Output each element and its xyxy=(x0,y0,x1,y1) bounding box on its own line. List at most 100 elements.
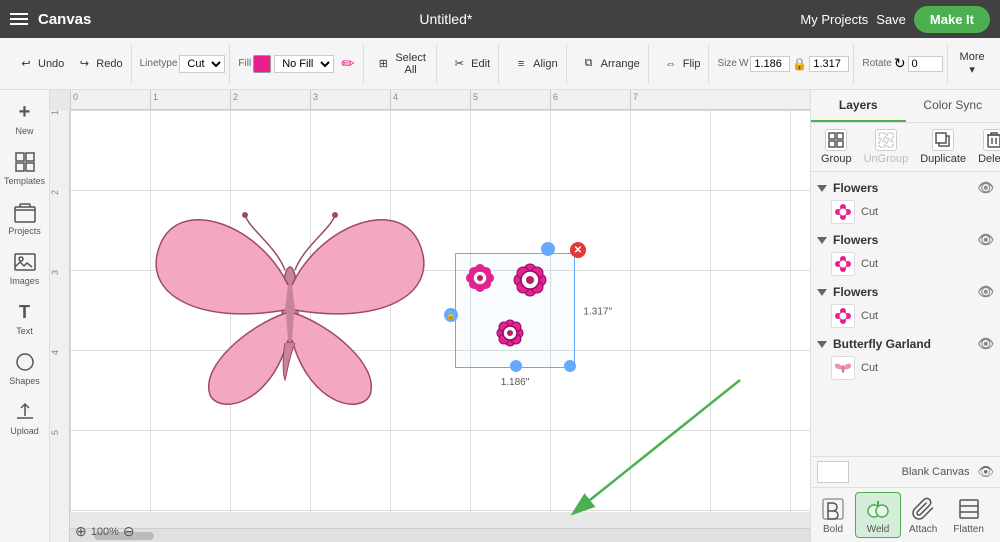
horizontal-scrollbar[interactable] xyxy=(70,528,810,542)
width-input[interactable] xyxy=(750,56,790,72)
attach-tool-button[interactable]: Attach xyxy=(901,493,945,537)
tab-layers[interactable]: Layers xyxy=(811,90,906,122)
weld-tool-button[interactable]: Weld xyxy=(855,492,901,538)
more-button[interactable]: More ▾ xyxy=(956,49,989,78)
fill-color-picker[interactable]: ✏ xyxy=(337,52,358,76)
flowers-group[interactable]: ✕ 🔒 1.186" 1.317" xyxy=(460,258,570,366)
duplicate-button[interactable]: Duplicate xyxy=(914,127,972,167)
linetype-select[interactable]: Cut xyxy=(179,55,225,73)
rotate-circle-icon: ↻ xyxy=(894,55,906,72)
fill-group: Fill No Fill ✏ xyxy=(234,44,363,84)
redo-icon: ↪ xyxy=(74,54,94,74)
size-label-text: Size xyxy=(717,58,736,69)
hamburger-menu[interactable] xyxy=(10,13,28,25)
flatten-tool-button[interactable]: Flatten xyxy=(945,493,992,537)
resize-handle-bottom[interactable] xyxy=(510,360,522,372)
canvas-area[interactable]: 0 1 2 3 4 5 6 7 1 2 3 4 5 xyxy=(50,90,810,542)
bold-tool-button[interactable]: Bold xyxy=(811,493,855,537)
layer-item-flowers1-cut[interactable]: Cut xyxy=(811,198,1000,226)
layer-header-flowers3[interactable]: Flowers 👁 xyxy=(811,282,1000,302)
height-input[interactable] xyxy=(809,56,849,72)
arrange-button[interactable]: ⧉ Arrange xyxy=(575,52,644,76)
edit-button[interactable]: ✂ Edit xyxy=(445,52,494,76)
butterfly-element[interactable] xyxy=(120,165,460,438)
layer-thumb-flowers2 xyxy=(831,252,855,276)
sidebar-item-new[interactable]: + New xyxy=(0,94,49,142)
my-projects-button[interactable]: My Projects xyxy=(800,12,868,27)
ruler-tick-1: 1 xyxy=(150,90,158,110)
group-button[interactable]: Group xyxy=(815,127,858,167)
flatten-tool-label: Flatten xyxy=(953,524,984,535)
redo-button[interactable]: ↪ Redo xyxy=(70,52,126,76)
visibility-flowers2[interactable]: 👁 xyxy=(977,232,994,248)
weld-tool-label: Weld xyxy=(867,524,890,535)
attach-tool-label: Attach xyxy=(909,524,937,535)
flip-button[interactable]: ⇔ Flip xyxy=(657,52,705,76)
zoom-in-button[interactable]: ⊕ xyxy=(75,523,87,540)
make-it-button[interactable]: Make It xyxy=(914,6,990,33)
undo-label: Undo xyxy=(38,58,64,70)
ruler-tick-7: 7 xyxy=(630,90,638,110)
visibility-butterfly[interactable]: 👁 xyxy=(977,336,994,352)
sidebar-item-label-templates: Templates xyxy=(4,176,45,186)
close-handle[interactable]: ✕ xyxy=(570,242,586,258)
layer-item-flowers3-cut[interactable]: Cut xyxy=(811,302,1000,330)
layer-header-flowers2[interactable]: Flowers 👁 xyxy=(811,230,1000,250)
canvas-thumbnail xyxy=(817,461,849,483)
resize-handle-bottom-right[interactable] xyxy=(564,360,576,372)
ruler-horizontal: 0 1 2 3 4 5 6 7 xyxy=(70,90,810,110)
layer-name-flowers1: Flowers xyxy=(833,181,878,195)
projects-icon xyxy=(13,200,37,224)
layer-group-butterfly: Butterfly Garland 👁 Cut xyxy=(811,332,1000,384)
align-icon: ≡ xyxy=(511,54,531,74)
undo-button[interactable]: ↩ Undo xyxy=(12,52,68,76)
sidebar-item-text[interactable]: T Text xyxy=(0,294,49,342)
sidebar-item-shapes[interactable]: Shapes xyxy=(0,344,49,392)
images-icon xyxy=(13,250,37,274)
top-bar: Canvas Untitled* My Projects Save Make I… xyxy=(0,0,1000,38)
sidebar-item-images[interactable]: Images xyxy=(0,244,49,292)
layer-name-flowers3: Flowers xyxy=(833,285,878,299)
contour-tool-button[interactable]: Contour xyxy=(992,493,1000,537)
text-icon: T xyxy=(13,300,37,324)
canvas-grid[interactable]: ✕ 🔒 1.186" 1.317" xyxy=(70,110,810,512)
layer-thumb-flowers3 xyxy=(831,304,855,328)
linetype-label-text: Linetype xyxy=(140,58,178,69)
new-icon: + xyxy=(13,100,37,124)
rotate-input[interactable] xyxy=(908,56,943,72)
ungroup-button[interactable]: UnGroup xyxy=(858,127,915,167)
delete-icon xyxy=(983,129,1000,151)
align-button[interactable]: ≡ Align xyxy=(507,52,561,76)
rotate-handle[interactable] xyxy=(541,242,555,256)
layer-item-flowers2-cut[interactable]: Cut xyxy=(811,250,1000,278)
ungroup-icon xyxy=(875,129,897,151)
left-sidebar: + New Templates Projects Images T Text xyxy=(0,90,50,542)
canvas-visibility-icon[interactable]: 👁 xyxy=(977,464,994,480)
zoom-out-button[interactable]: ⊖ xyxy=(123,523,135,540)
fill-color-box[interactable] xyxy=(253,55,271,73)
zoom-level: 100% xyxy=(91,526,119,538)
fill-select[interactable]: No Fill xyxy=(274,55,334,73)
lock-handle[interactable]: 🔒 xyxy=(444,308,458,322)
sidebar-item-projects[interactable]: Projects xyxy=(0,194,49,242)
document-title: Untitled* xyxy=(101,11,790,27)
panel-tabs: Layers Color Sync xyxy=(811,90,1000,123)
layer-item-butterfly-cut[interactable]: Cut xyxy=(811,354,1000,382)
delete-button[interactable]: Delete xyxy=(972,127,1000,167)
save-button[interactable]: Save xyxy=(876,12,906,27)
layer-header-butterfly[interactable]: Butterfly Garland 👁 xyxy=(811,334,1000,354)
sidebar-item-templates[interactable]: Templates xyxy=(0,144,49,192)
visibility-flowers1[interactable]: 👁 xyxy=(977,180,994,196)
sidebar-item-upload[interactable]: Upload xyxy=(0,394,49,442)
layer-header-flowers1[interactable]: Flowers 👁 xyxy=(811,178,1000,198)
top-bar-right: My Projects Save Make It xyxy=(800,6,990,33)
tab-color-sync[interactable]: Color Sync xyxy=(906,90,1000,122)
visibility-flowers3[interactable]: 👁 xyxy=(977,284,994,300)
zoom-control[interactable]: ⊕ 100% ⊖ xyxy=(75,523,135,540)
sidebar-item-label-projects: Projects xyxy=(8,226,41,236)
select-all-button[interactable]: ⊞ Select All xyxy=(372,50,433,78)
rotate-label-text: Rotate xyxy=(862,58,891,69)
group-icon xyxy=(825,129,847,151)
right-panel: Layers Color Sync Group UnGroup xyxy=(810,90,1000,542)
expand-icon-flowers2 xyxy=(817,237,827,244)
